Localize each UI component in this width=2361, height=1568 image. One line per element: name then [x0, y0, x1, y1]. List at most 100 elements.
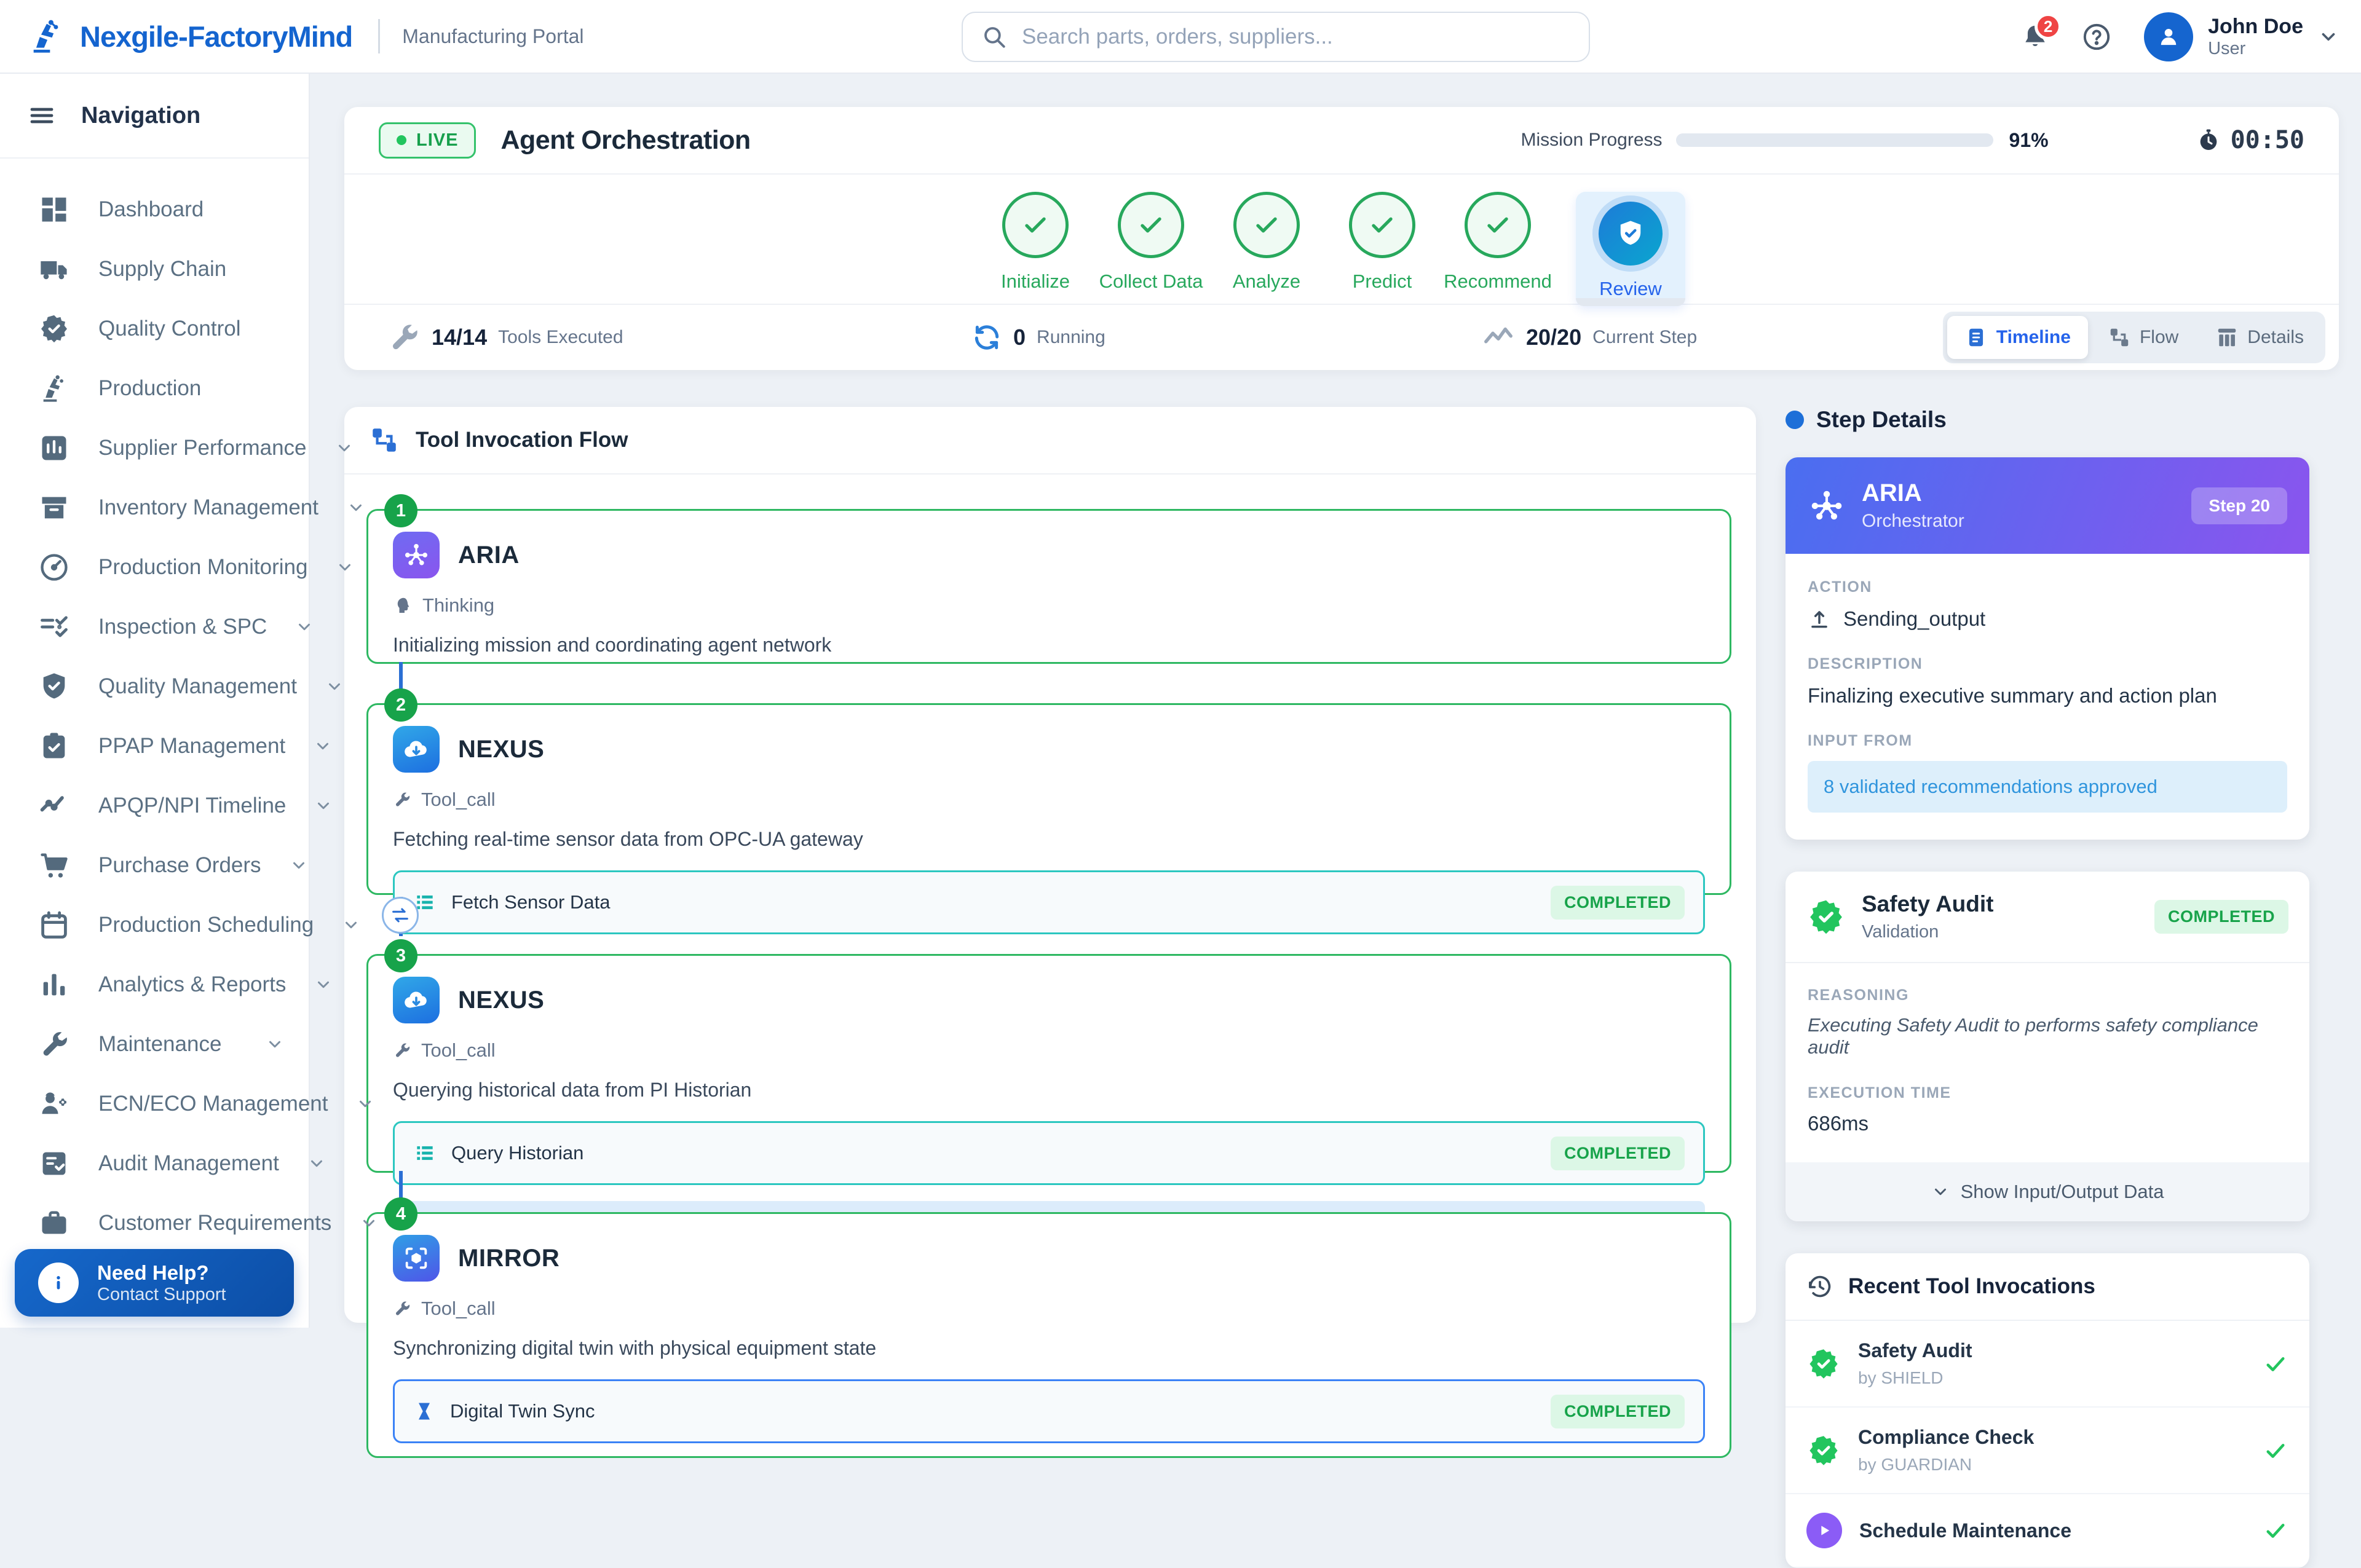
truck-icon: [38, 253, 70, 285]
step-review-active[interactable]: Review: [1576, 192, 1685, 306]
sidebar-item-supply-chain[interactable]: Supply Chain: [0, 239, 309, 299]
tool-result-query-historian[interactable]: Query Historian COMPLETED: [393, 1121, 1705, 1185]
sidebar-item-supplier-performance[interactable]: Supplier Performance: [0, 418, 309, 478]
sidebar-item-apqp-npi-timeline[interactable]: APQP/NPI Timeline: [0, 776, 309, 835]
input-from-label: INPUT FROM: [1808, 732, 2287, 750]
status-badge: COMPLETED: [1551, 1395, 1685, 1428]
sidebar-item-customer-requirements[interactable]: Customer Requirements: [0, 1193, 309, 1253]
tool-result-digital-twin-sync[interactable]: Digital Twin Sync COMPLETED: [393, 1379, 1705, 1443]
reasoning-label: REASONING: [1808, 987, 2287, 1004]
help-button[interactable]: [2081, 22, 2112, 52]
tool-name: Safety Audit: [1862, 891, 1993, 917]
tool-result-fetch-sensor-data[interactable]: Fetch Sensor Data COMPLETED: [393, 870, 1705, 934]
sidebar-item-maintenance[interactable]: Maintenance: [0, 1014, 309, 1074]
view-tabs: Timeline Flow Details: [1943, 312, 2325, 363]
avatar: [2144, 12, 2193, 61]
user-menu[interactable]: John Doe User: [2144, 12, 2339, 61]
step-details-title: Step Details: [1816, 407, 1947, 433]
help-subtitle: Contact Support: [97, 1285, 226, 1305]
sidebar-item-ecn-eco-management[interactable]: ECN/ECO Management: [0, 1074, 309, 1133]
briefcase-icon: [38, 1207, 70, 1239]
engineer-icon: [38, 1088, 70, 1120]
chevron-down-icon: [356, 1095, 374, 1113]
tool-reasoning: Executing Safety Audit to performs safet…: [1808, 1014, 2287, 1058]
page-title: Agent Orchestration: [500, 125, 750, 156]
sidebar-item-quality-control[interactable]: Quality Control: [0, 299, 309, 358]
notifications-button[interactable]: 2: [2021, 23, 2049, 51]
stats-row: 14/14 Tools Executed 0 Running 20/20 Cur…: [344, 305, 2339, 370]
sidebar-item-inspection-spc[interactable]: Inspection & SPC: [0, 597, 309, 656]
check-icon: [2263, 1351, 2288, 1377]
check-circle-icon: [1002, 192, 1069, 258]
document-check-icon: [38, 1148, 70, 1180]
step-collect-data[interactable]: Collect Data: [1113, 192, 1188, 293]
flow-step-2-nexus[interactable]: 2 NEXUS Tool_call Fetching real-time sen…: [366, 703, 1731, 895]
agent-name: MIRROR: [458, 1245, 560, 1272]
sidebar-item-purchase-orders[interactable]: Purchase Orders: [0, 835, 309, 895]
search-icon: [981, 24, 1007, 50]
tab-timeline[interactable]: Timeline: [1947, 316, 2088, 359]
step-recommend[interactable]: Recommend: [1460, 192, 1535, 293]
sidebar-item-quality-management[interactable]: Quality Management: [0, 656, 309, 716]
speedometer-icon: [38, 551, 70, 583]
stopwatch-icon: [2196, 128, 2221, 152]
chevron-down-icon: [314, 737, 332, 755]
sidebar-item-analytics-reports[interactable]: Analytics & Reports: [0, 955, 309, 1014]
shield-check-icon: [38, 671, 70, 703]
sidebar-item-dashboard[interactable]: Dashboard: [0, 179, 309, 239]
chevron-down-icon: [307, 1154, 326, 1173]
brand[interactable]: Nexgile-FactoryMind Manufacturing Portal: [27, 17, 584, 56]
search-input[interactable]: [1022, 25, 1570, 49]
chevron-down-icon: [2318, 26, 2339, 47]
chevron-down-icon: [325, 677, 344, 696]
cart-icon: [38, 849, 70, 881]
step-description: Synchronizing digital twin with physical…: [393, 1337, 1705, 1360]
check-icon: [2263, 1438, 2288, 1464]
agent-name: ARIA: [458, 542, 520, 569]
flow-step-3-nexus[interactable]: 3 NEXUS Tool_call Querying historical da…: [366, 954, 1731, 1173]
sidebar-item-production[interactable]: Production: [0, 358, 309, 418]
sidebar-title: Navigation: [81, 103, 200, 129]
recent-tool-invocations-card: Recent Tool Invocations Safety Audit by …: [1786, 1253, 2309, 1568]
step-initialize[interactable]: Initialize: [998, 192, 1073, 293]
flow-title: Tool Invocation Flow: [416, 428, 628, 452]
chevron-down-icon: [360, 1214, 378, 1232]
recent-item-compliance-check[interactable]: Compliance Check by GUARDIAN: [1786, 1408, 2309, 1494]
notification-count-badge: 2: [2035, 13, 2062, 40]
step-predict[interactable]: Predict: [1345, 192, 1420, 293]
brand-subtitle: Manufacturing Portal: [402, 25, 583, 48]
cube-scan-icon: [393, 1235, 440, 1282]
sidebar-item-production-scheduling[interactable]: Production Scheduling: [0, 895, 309, 955]
hamburger-menu-icon[interactable]: [27, 101, 57, 130]
agent-detail-card: ARIA Orchestrator Step 20 ACTION Sending…: [1786, 457, 2309, 840]
recent-item-schedule-maintenance[interactable]: Schedule Maintenance: [1786, 1494, 2309, 1568]
sidebar-item-ppap-management[interactable]: PPAP Management: [0, 716, 309, 776]
execution-time-label: EXECUTION TIME: [1808, 1084, 2287, 1102]
recent-item-safety-audit[interactable]: Safety Audit by SHIELD: [1786, 1321, 2309, 1408]
timeline-icon: [1964, 326, 1988, 349]
clipboard-check-icon: [38, 730, 70, 762]
step-analyze[interactable]: Analyze: [1229, 192, 1304, 293]
status-badge: COMPLETED: [2154, 900, 2288, 934]
sidebar-item-inventory-management[interactable]: Inventory Management: [0, 478, 309, 537]
flow-step-1-aria[interactable]: 1 ARIA Thinking Initializing mission and…: [366, 509, 1731, 664]
sidebar-item-audit-management[interactable]: Audit Management: [0, 1133, 309, 1193]
global-search[interactable]: [962, 12, 1590, 62]
show-io-data-toggle[interactable]: Show Input/Output Data: [1786, 1162, 2309, 1221]
tool-name: Query Historian: [451, 1142, 1536, 1164]
tab-details[interactable]: Details: [2198, 316, 2321, 359]
tab-flow[interactable]: Flow: [2090, 316, 2196, 359]
blue-dot-icon: [1786, 411, 1804, 429]
agent-description: Finalizing executive summary and action …: [1808, 684, 2287, 707]
step-description: Initializing mission and coordinating ag…: [393, 634, 1705, 656]
mission-header-card: LIVE Agent Orchestration Mission Progres…: [344, 107, 2339, 370]
contact-support-button[interactable]: Need Help? Contact Support: [15, 1249, 294, 1317]
user-name: John Doe: [2208, 15, 2303, 39]
step-number-badge: 2: [384, 688, 417, 722]
calendar-icon: [38, 909, 70, 941]
agent-input-from[interactable]: 8 validated recommendations approved: [1808, 761, 2287, 813]
sidebar-item-production-monitoring[interactable]: Production Monitoring: [0, 537, 309, 597]
cloud-download-icon: [393, 726, 440, 773]
flow-step-4-mirror[interactable]: 4 MIRROR Tool_call Synchronizing digital…: [366, 1212, 1731, 1458]
step-description: Querying historical data from PI Histori…: [393, 1079, 1705, 1101]
